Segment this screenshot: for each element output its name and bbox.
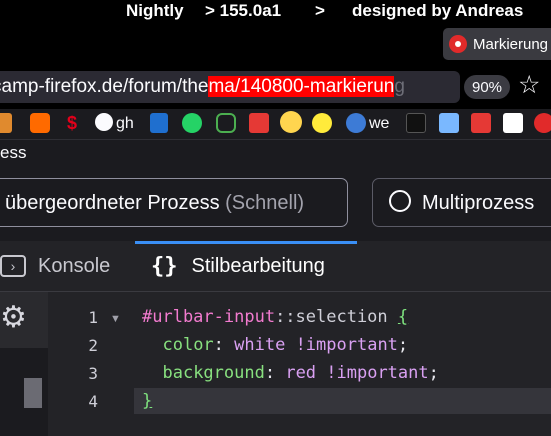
parent-process-suffix: (Schnell) xyxy=(225,192,305,214)
css-property: color xyxy=(162,335,214,355)
tab-console[interactable]: › Konsole xyxy=(0,241,130,291)
css-value: red !important xyxy=(285,363,429,383)
braces-icon: {} xyxy=(151,253,178,279)
line-number: 4 xyxy=(88,392,98,411)
parent-process-label: übergeordneter Prozess xyxy=(5,192,220,214)
devtools-title: ess xyxy=(0,143,27,162)
radio-icon[interactable] xyxy=(389,190,411,212)
sparkasse-icon[interactable]: $ xyxy=(64,113,80,133)
code-line-4: } xyxy=(142,391,152,411)
tab-style-editor[interactable]: {} Stilbearbeitung xyxy=(135,241,357,291)
face-icon[interactable] xyxy=(280,111,302,133)
code-line-3: background: red !important; xyxy=(162,363,439,383)
code-editor[interactable]: #urlbar-input::selection { color: white … xyxy=(134,292,551,436)
tab-console-label: Konsole xyxy=(38,254,111,277)
leaf-icon[interactable] xyxy=(216,113,236,133)
tab-style-editor-label: Stilbearbeitung xyxy=(191,254,325,277)
url-text-before: camp-firefox.de/forum/the xyxy=(0,76,209,97)
multiprocess-button[interactable]: Multiprozess xyxy=(372,178,551,227)
css-value: white !important xyxy=(234,335,398,355)
url-text-after: g xyxy=(394,76,405,97)
monitor-icon[interactable] xyxy=(150,113,168,133)
github-icon[interactable] xyxy=(95,113,113,131)
css-pseudo-element: ::selection xyxy=(275,307,388,327)
url-text-selection: ma/140800-markierun xyxy=(208,76,395,97)
scrollbar-thumb[interactable] xyxy=(24,378,42,408)
url-text: camp-firefox.de/forum/thema/140800-marki… xyxy=(0,76,405,98)
close-brace: } xyxy=(142,391,153,411)
title-separator: > xyxy=(315,1,325,20)
browser-tab[interactable]: Markierung xyxy=(443,28,551,60)
tab-title: Markierung xyxy=(473,35,549,53)
current-line-highlight xyxy=(134,388,551,414)
gear-icon[interactable]: ⚙ xyxy=(0,300,27,335)
bookmark-label-gh[interactable]: gh xyxy=(116,115,134,133)
tab-strip: Markierung xyxy=(0,24,551,64)
window-titlebar: Nightly > 155.0a1 > designed by Andreas xyxy=(0,0,551,24)
pencil-icon[interactable] xyxy=(439,113,459,133)
process-selector: übergeordneter Prozess (Schnell) Multipr… xyxy=(0,167,551,241)
style-sheet-list: ⚙ xyxy=(0,292,48,436)
title-designer: designed by Andreas xyxy=(352,1,524,20)
t-icon[interactable] xyxy=(503,113,523,133)
firefox-flame-icon xyxy=(449,35,467,53)
whatsapp-icon[interactable] xyxy=(182,113,202,133)
line-number: 3 xyxy=(88,364,98,383)
bookmarks-toolbar: $ gh we xyxy=(0,109,551,139)
cb-icon[interactable] xyxy=(406,113,426,133)
globe-icon[interactable] xyxy=(346,113,366,133)
css-property: background xyxy=(162,363,265,383)
zoom-button[interactable]: 90% xyxy=(464,75,510,99)
editor-gutter: 1 2 3 4 ▼ xyxy=(48,292,134,436)
code-line-2: color: white !important; xyxy=(162,335,409,355)
multiprocess-label: Multiprozess xyxy=(422,192,535,214)
red-square-icon[interactable] xyxy=(471,113,491,133)
bookmark-star-icon[interactable]: ☆ xyxy=(518,70,540,100)
bookmark-label-we[interactable]: we xyxy=(369,115,389,133)
fold-toggle-icon[interactable]: ▼ xyxy=(110,313,121,325)
title-version: > 155.0a1 xyxy=(205,1,282,20)
firefox-flame-icon[interactable] xyxy=(534,113,551,133)
open-brace: { xyxy=(397,307,409,327)
url-bar[interactable]: camp-firefox.de/forum/thema/140800-marki… xyxy=(0,71,460,103)
css-selector: #urlbar-input xyxy=(142,307,276,327)
style-editor-panel: ⚙ 1 2 3 4 ▼ #urlbar-input::selection { c… xyxy=(0,292,551,436)
devtools-header: ess xyxy=(0,139,551,168)
smiley-icon[interactable] xyxy=(312,113,332,133)
console-icon: › xyxy=(0,255,26,277)
title-app-name: Nightly xyxy=(126,1,184,20)
parent-process-button[interactable]: übergeordneter Prozess (Schnell) xyxy=(0,178,348,227)
toolbox-tabs: › Konsole {} Stilbearbeitung xyxy=(0,241,551,292)
shop-icon[interactable] xyxy=(30,113,50,133)
line-number: 1 xyxy=(88,308,98,327)
folder-icon[interactable] xyxy=(0,113,12,133)
code-line-1: #urlbar-input::selection { xyxy=(142,307,408,327)
parent-process-text: übergeordneter Prozess (Schnell) xyxy=(5,192,304,215)
line-number: 2 xyxy=(88,336,98,355)
box-icon[interactable] xyxy=(249,113,269,133)
